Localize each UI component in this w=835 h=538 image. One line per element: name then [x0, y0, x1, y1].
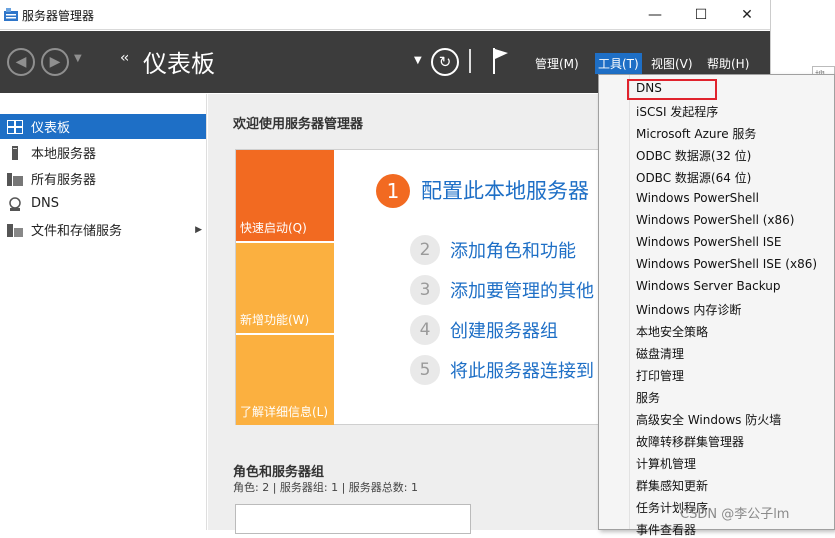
sidebar-item-dashboard[interactable]: 仪表板 [0, 114, 206, 139]
menu-item-firewall[interactable]: 高级安全 Windows 防火墙 [636, 411, 781, 428]
sidebar-item-dns[interactable]: DNS [0, 191, 206, 216]
menu-item-local-security-policy[interactable]: 本地安全策略 [636, 323, 708, 340]
tile-quick-start[interactable]: 快速启动(Q) [236, 150, 334, 241]
watermark: CSDN @李公子lm [680, 507, 790, 522]
quick-start-panel: 快速启动(Q) 新增功能(W) 了解详细信息(L) 1 配置此本地服务器 2 添… [235, 149, 607, 425]
servers-icon [7, 172, 23, 186]
menu-item-odbc64[interactable]: ODBC 数据源(64 位) [636, 169, 751, 186]
arrow-left-icon: ◀ [15, 54, 27, 70]
sidebar-item-label: DNS [31, 196, 59, 211]
roles-heading: 角色和服务器组 [233, 465, 325, 480]
step-number: 2 [410, 235, 440, 265]
sidebar-item-label: 本地服务器 [31, 147, 97, 162]
menu-item-failover-cluster[interactable]: 故障转移群集管理器 [636, 433, 744, 450]
server-icon [7, 145, 23, 160]
sidebar-item-file-storage[interactable]: 文件和存储服务 ▶ [0, 217, 206, 242]
dashboard-icon [7, 119, 23, 134]
refresh-dropdown-icon[interactable]: ▼ [414, 55, 422, 66]
server-manager-app-icon [4, 8, 18, 21]
sidebar-item-local-server[interactable]: 本地服务器 [0, 140, 206, 165]
menu-item-powershell-ise[interactable]: Windows PowerShell ISE [636, 235, 782, 249]
menu-item-iscsi[interactable]: iSCSI 发起程序 [636, 103, 718, 120]
forward-button[interactable]: ▶ [41, 48, 69, 76]
menu-help[interactable]: 帮助(H) [704, 53, 752, 74]
history-dropdown-icon[interactable]: ▼ [74, 53, 82, 64]
step-connect-cloud[interactable]: 5 将此服务器连接到 [410, 355, 594, 385]
dns-icon [7, 196, 23, 211]
sidebar-item-label: 所有服务器 [31, 173, 97, 188]
step-add-roles[interactable]: 2 添加角色和功能 [410, 235, 576, 265]
sidebar-item-label: 仪表板 [31, 121, 71, 136]
page-title: 仪表板 [143, 50, 215, 78]
step-link[interactable]: 添加要管理的其他 [450, 277, 594, 303]
menu-tools[interactable]: 工具(T) [595, 53, 642, 74]
toolbar-divider [469, 49, 471, 73]
menu-item-odbc32[interactable]: ODBC 数据源(32 位) [636, 147, 751, 164]
menu-item-print-management[interactable]: 打印管理 [636, 367, 684, 384]
sidebar-item-all-servers[interactable]: 所有服务器 [0, 166, 206, 191]
window-title: 服务器管理器 [22, 9, 95, 23]
sidebar: 仪表板 本地服务器 所有服务器 DNS 文件和存储服务 ▶ [0, 94, 207, 530]
title-bar: 服务器管理器 — ☐ ✕ [0, 0, 770, 30]
notifications-flag-icon[interactable] [492, 47, 510, 75]
sidebar-item-label: 文件和存储服务 [31, 224, 123, 239]
step-number: 4 [410, 315, 440, 345]
refresh-button[interactable]: ↻ [431, 48, 459, 76]
menu-view[interactable]: 视图(V) [648, 53, 696, 74]
step-number: 3 [410, 275, 440, 305]
menu-item-disk-cleanup[interactable]: 磁盘清理 [636, 345, 684, 362]
menu-item-services[interactable]: 服务 [636, 389, 660, 406]
step-add-servers[interactable]: 3 添加要管理的其他 [410, 275, 594, 305]
menu-item-powershell[interactable]: Windows PowerShell [636, 191, 759, 205]
back-button[interactable]: ◀ [7, 48, 35, 76]
menu-item-cluster-aware-updating[interactable]: 群集感知更新 [636, 477, 708, 494]
tile-whats-new[interactable]: 新增功能(W) [236, 243, 334, 333]
expand-arrow-icon[interactable]: ▶ [195, 225, 202, 235]
link-configure-local-server[interactable]: 配置此本地服务器 [421, 175, 589, 205]
menu-item-azure[interactable]: Microsoft Azure 服务 [636, 125, 756, 142]
minimize-button[interactable]: — [632, 0, 678, 30]
step-link[interactable]: 创建服务器组 [450, 317, 558, 343]
step-number-1: 1 [376, 174, 410, 208]
arrow-right-icon: ▶ [49, 54, 61, 70]
menu-gutter [629, 75, 630, 529]
step-link[interactable]: 添加角色和功能 [450, 237, 576, 263]
menu-item-computer-management[interactable]: 计算机管理 [636, 455, 696, 472]
maximize-button[interactable]: ☐ [678, 0, 724, 30]
menu-item-dns[interactable]: DNS [636, 81, 662, 95]
storage-icon [7, 223, 23, 237]
roles-summary: 角色: 2 | 服务器组: 1 | 服务器总数: 1 [233, 481, 419, 494]
step-number: 5 [410, 355, 440, 385]
tools-dropdown-menu: DNS iSCSI 发起程序 Microsoft Azure 服务 ODBC 数… [598, 74, 835, 537]
menu-item-server-backup[interactable]: Windows Server Backup [636, 279, 781, 293]
menu-manage[interactable]: 管理(M) [532, 53, 582, 74]
step-create-group[interactable]: 4 创建服务器组 [410, 315, 558, 345]
refresh-icon: ↻ [438, 53, 452, 71]
menu-item-memory-diagnostic[interactable]: Windows 内存诊断 [636, 301, 741, 318]
menu-item-powershell-x86[interactable]: Windows PowerShell (x86) [636, 213, 794, 227]
breadcrumb-separator: ‹‹ [120, 50, 129, 66]
close-button[interactable]: ✕ [724, 0, 770, 30]
menu-item-powershell-ise-x86[interactable]: Windows PowerShell ISE (x86) [636, 257, 817, 271]
welcome-heading: 欢迎使用服务器管理器 [233, 117, 364, 132]
tile-learn-more[interactable]: 了解详细信息(L) [236, 335, 334, 425]
step-link[interactable]: 将此服务器连接到 [450, 357, 594, 383]
